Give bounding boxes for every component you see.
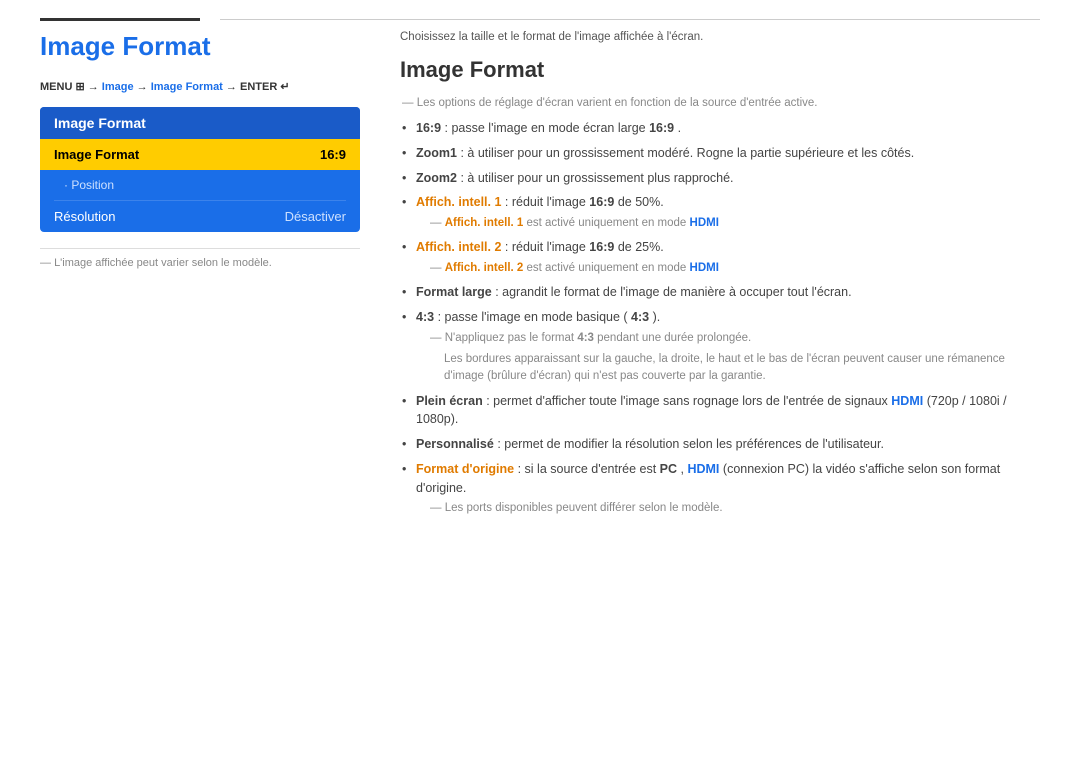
list-item-zoom2: Zoom2 : à utiliser pour un grossissement… [400, 169, 1040, 188]
menu-box: Image Format Image Format 16:9 · Positio… [40, 107, 360, 232]
top-line-left [40, 18, 200, 21]
page-title: Image Format [40, 31, 360, 62]
item-zoom2-bold: Zoom2 [416, 171, 457, 185]
menu-path-image: Image [102, 81, 134, 93]
menu-path: MENU ⊞ → Image → Image Format → ENTER ↵ [40, 80, 360, 93]
item-zoom2-text: : à utiliser pour un grossissement plus … [460, 171, 733, 185]
item-affich1-169: 16:9 [589, 195, 614, 209]
item-origine-text: : si la source d'entrée est [518, 462, 660, 476]
item-43-subnote2: Les bordures apparaissant sur la gauche,… [416, 351, 1040, 386]
item-origine-orange: Format d'origine [416, 462, 514, 476]
item-perso-text: : permet de modifier la résolution selon… [497, 437, 884, 451]
item-169-end: . [678, 121, 681, 135]
item-43-bold2: 4:3 [631, 310, 649, 324]
list-item-formatlarge: Format large : agrandit le format de l'i… [400, 283, 1040, 302]
right-section-title: Image Format [400, 57, 1040, 83]
right-panel: Choisissez la taille et le format de l'i… [400, 31, 1040, 524]
enter-icon: ↵ [280, 81, 289, 93]
item-43-end: ). [653, 310, 661, 324]
menu-box-header: Image Format [40, 107, 360, 139]
subnote-43-text1: N'appliquez pas le format [445, 332, 578, 344]
list-item-affich2: Affich. intell. 2 : réduit l'image 16:9 … [400, 238, 1040, 277]
item-169-bold2: 16:9 [649, 121, 674, 135]
item-affich1-pct: de 50%. [618, 195, 664, 209]
subnote-43-text2: pendant une durée prolongée. [597, 332, 751, 344]
menu-path-imageformat: Image Format [151, 81, 223, 93]
item-169-bold: 16:9 [416, 121, 441, 135]
subnote-affich2-hdmi: HDMI [690, 262, 719, 274]
menu-path-arrow2: → [137, 81, 151, 93]
subnote-43-bold: 4:3 [577, 332, 594, 344]
menu-item-label: Image Format [54, 147, 139, 162]
item-affich2-169: 16:9 [589, 240, 614, 254]
item-plein-bold: Plein écran [416, 394, 483, 408]
subnote-affich2-text: est activé uniquement en mode [527, 262, 690, 274]
options-note: Les options de réglage d'écran varient e… [400, 97, 1040, 109]
item-affich1-text: : réduit l'image [505, 195, 589, 209]
list-item-personnalise: Personnalisé : permet de modifier la rés… [400, 435, 1040, 454]
item-origine-hdmi: HDMI [687, 462, 719, 476]
item-formatlarge-bold: Format large [416, 285, 492, 299]
item-affich2-subnote: Affich. intell. 2 est activé uniquement … [416, 260, 1040, 277]
list-item-affich1: Affich. intell. 1 : réduit l'image 16:9 … [400, 193, 1040, 232]
menu-item-resolution[interactable]: Résolution Désactiver [40, 201, 360, 232]
subnote-affich2-orange: Affich. intell. 2 [445, 262, 524, 274]
left-note: L'image affichée peut varier selon le mo… [40, 248, 360, 269]
list-item-43: 4:3 : passe l'image en mode basique ( 4:… [400, 308, 1040, 386]
top-divider [0, 0, 1080, 21]
item-zoom1-bold: Zoom1 [416, 146, 457, 160]
item-perso-bold: Personnalisé [416, 437, 494, 451]
item-affich2-pct: de 25%. [618, 240, 664, 254]
item-plein-text: : permet d'afficher toute l'image sans r… [486, 394, 891, 408]
item-43-subnote1: N'appliquez pas le format 4:3 pendant un… [416, 330, 1040, 347]
item-affich1-subnote: Affich. intell. 1 est activé uniquement … [416, 215, 1040, 232]
menu-item-image-format[interactable]: Image Format 16:9 [40, 139, 360, 170]
menu-item-resolution-label: Résolution [54, 209, 115, 224]
subnote-affich1-orange: Affich. intell. 1 [445, 217, 524, 229]
item-affich2-orange: Affich. intell. 2 [416, 240, 501, 254]
left-panel: Image Format MENU ⊞ → Image → Image Form… [40, 31, 360, 524]
item-169-text: : passe l'image en mode écran large [445, 121, 650, 135]
item-affich1-orange: Affich. intell. 1 [416, 195, 501, 209]
top-line-right [220, 19, 1040, 20]
menu-item-resolution-value: Désactiver [285, 209, 346, 224]
item-affich2-text: : réduit l'image [505, 240, 589, 254]
item-origine-subnote: Les ports disponibles peuvent différer s… [416, 500, 1040, 517]
list-item-zoom1: Zoom1 : à utiliser pour un grossissement… [400, 144, 1040, 163]
item-formatlarge-text: : agrandit le format de l'image de maniè… [495, 285, 851, 299]
menu-item-position[interactable]: · Position [40, 170, 360, 200]
item-43-text: : passe l'image en mode basique ( [438, 310, 628, 324]
menu-path-menu: MENU [40, 81, 75, 93]
subnote-affich1-hdmi: HDMI [690, 217, 719, 229]
list-item-169: 16:9 : passe l'image en mode écran large… [400, 119, 1040, 138]
features-list: 16:9 : passe l'image en mode écran large… [400, 119, 1040, 518]
menu-path-arrow1: → [88, 81, 102, 93]
item-origine-pc: PC [660, 462, 677, 476]
main-container: Image Format MENU ⊞ → Image → Image Form… [0, 31, 1080, 524]
subnote-affich1-text: est activé uniquement en mode [527, 217, 690, 229]
list-item-formatorigine: Format d'origine : si la source d'entrée… [400, 460, 1040, 518]
menu-icon: ⊞ [75, 81, 84, 93]
item-43-bold: 4:3 [416, 310, 434, 324]
menu-path-enter: ENTER [240, 81, 280, 93]
list-item-pleinecran: Plein écran : permet d'afficher toute l'… [400, 392, 1040, 430]
item-zoom1-text: : à utiliser pour un grossissement modér… [460, 146, 914, 160]
item-plein-hdmi: HDMI [891, 394, 923, 408]
menu-item-value: 16:9 [320, 147, 346, 162]
menu-path-arrow3: → [226, 81, 240, 93]
right-subtitle: Choisissez la taille et le format de l'i… [400, 31, 1040, 43]
